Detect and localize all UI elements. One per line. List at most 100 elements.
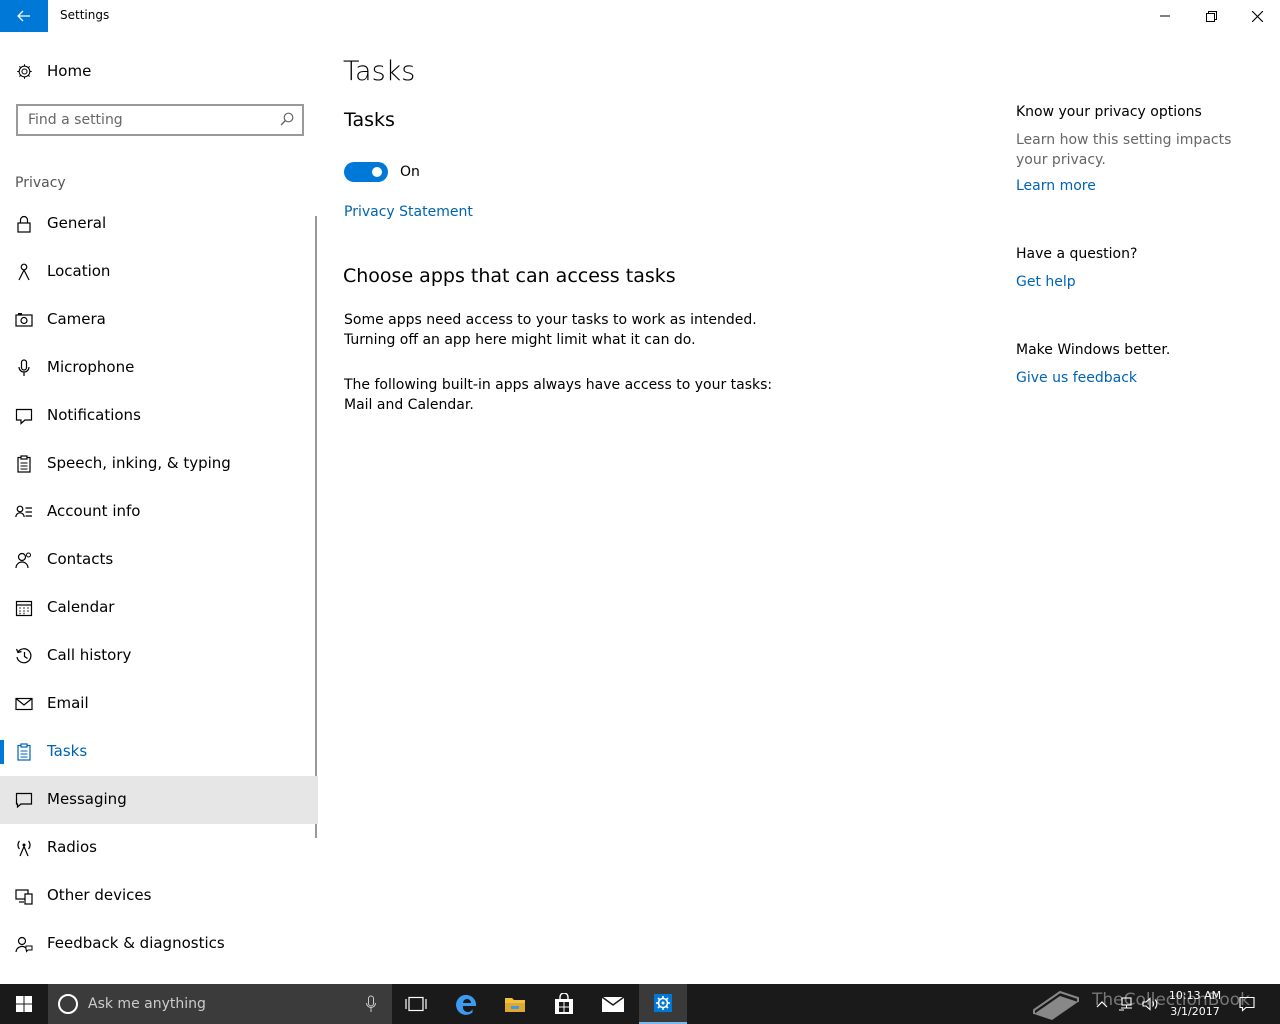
- learn-more-link[interactable]: Learn more: [1016, 178, 1096, 194]
- location-icon: [18, 263, 30, 281]
- mail-app-icon: [601, 996, 625, 1012]
- sidebar-item-label: Messaging: [47, 790, 127, 808]
- store-button[interactable]: [540, 984, 588, 1024]
- sidebar-item-label: Speech, inking, & typing: [47, 454, 231, 472]
- sidebar-item-label: General: [47, 214, 107, 232]
- cortana-icon: [58, 994, 78, 1014]
- sidebar-item-feedback[interactable]: Feedback & diagnostics: [0, 920, 318, 968]
- cortana-placeholder: Ask me anything: [88, 996, 206, 1012]
- sidebar-item-label: Feedback & diagnostics: [47, 934, 225, 952]
- home-label: Home: [47, 62, 92, 80]
- devices-icon: [15, 889, 33, 905]
- tasks-access-toggle[interactable]: [344, 162, 388, 182]
- speaker-icon: [1142, 997, 1158, 1011]
- settings-search-box[interactable]: [16, 104, 304, 136]
- start-button[interactable]: [0, 984, 48, 1024]
- windows-logo-icon: [16, 996, 32, 1012]
- action-center-button[interactable]: [1232, 984, 1262, 1024]
- sidebar-item-account-info[interactable]: Account info: [0, 488, 318, 536]
- sidebar-item-location[interactable]: Location: [0, 248, 318, 296]
- sidebar-item-label: Calendar: [47, 598, 115, 616]
- minimize-button[interactable]: [1142, 0, 1188, 32]
- sidebar-item-call-history[interactable]: Call history: [0, 632, 318, 680]
- sidebar-item-speech[interactable]: Speech, inking, & typing: [0, 440, 318, 488]
- privacy-options-heading: Know your privacy options: [1016, 104, 1202, 120]
- title-bar: Settings: [0, 0, 1280, 32]
- choose-apps-heading: Choose apps that can access tasks: [343, 265, 676, 287]
- cortana-search-box[interactable]: Ask me anything: [48, 984, 392, 1024]
- account-info-icon: [15, 505, 32, 518]
- search-icon[interactable]: [280, 112, 294, 126]
- restore-icon: [1205, 10, 1217, 22]
- microphone-icon: [18, 359, 30, 376]
- message-icon: [15, 792, 33, 809]
- book-watermark-icon: [1033, 990, 1079, 1020]
- taskbar: Ask me anything TheCollectionBook 10:13 …: [0, 984, 1280, 1024]
- sidebar-item-messaging[interactable]: Messaging: [0, 776, 318, 824]
- store-bag-icon: [555, 993, 573, 1014]
- folder-icon: [505, 998, 525, 1012]
- search-input[interactable]: [28, 112, 268, 128]
- sidebar-item-radios[interactable]: Radios: [0, 824, 318, 872]
- mail-app-button[interactable]: [589, 984, 637, 1024]
- sidebar-item-label: Contacts: [47, 550, 114, 568]
- privacy-nav-list: General Location Camera Microphone Notif…: [0, 200, 318, 968]
- apps-access-description: Some apps need access to your tasks to w…: [344, 312, 757, 348]
- gear-icon: [17, 63, 32, 79]
- get-help-link[interactable]: Get help: [1016, 274, 1076, 290]
- page-title: Tasks: [343, 56, 416, 87]
- section-header-privacy: Privacy: [15, 175, 66, 191]
- microphone-icon[interactable]: [366, 995, 376, 1013]
- windows-better-heading: Make Windows better.: [1016, 342, 1171, 358]
- clock-date: 3/1/2017: [1170, 1005, 1220, 1018]
- sidebar-item-email[interactable]: Email: [0, 680, 318, 728]
- sidebar-item-label: Call history: [47, 646, 132, 664]
- give-feedback-link[interactable]: Give us feedback: [1016, 370, 1137, 386]
- tasks-icon: [17, 743, 31, 761]
- back-button[interactable]: [0, 0, 48, 32]
- calendar-icon: [15, 600, 33, 617]
- minimize-icon: [1160, 15, 1170, 17]
- home-link[interactable]: Home: [16, 62, 91, 80]
- question-heading: Have a question?: [1016, 246, 1138, 262]
- sidebar-item-notifications[interactable]: Notifications: [0, 392, 318, 440]
- sidebar-item-camera[interactable]: Camera: [0, 296, 318, 344]
- sidebar-item-label: Email: [47, 694, 89, 712]
- window-title: Settings: [60, 8, 110, 22]
- sidebar: Home Privacy General Location Camera Mic…: [0, 32, 320, 984]
- settings-app-button[interactable]: [639, 984, 687, 1024]
- sidebar-item-general[interactable]: General: [0, 200, 318, 248]
- camera-icon: [15, 313, 33, 327]
- contacts-icon: [15, 552, 31, 569]
- close-icon: [1251, 10, 1263, 22]
- sidebar-item-other-devices[interactable]: Other devices: [0, 872, 318, 920]
- file-explorer-button[interactable]: [491, 984, 539, 1024]
- privacy-options-text: Learn how this setting impacts your priv…: [1016, 132, 1232, 168]
- sidebar-item-label: Location: [47, 262, 111, 280]
- sidebar-item-label: Microphone: [47, 358, 135, 376]
- network-button[interactable]: [1114, 984, 1138, 1024]
- history-icon: [15, 648, 32, 664]
- chevron-up-icon: [1096, 1001, 1108, 1008]
- task-view-button[interactable]: [392, 984, 440, 1024]
- sidebar-item-contacts[interactable]: Contacts: [0, 536, 318, 584]
- privacy-statement-link[interactable]: Privacy Statement: [344, 204, 473, 220]
- sidebar-item-calendar[interactable]: Calendar: [0, 584, 318, 632]
- show-hidden-icons-button[interactable]: [1090, 984, 1114, 1024]
- clock[interactable]: 10:13 AM 3/1/2017: [1166, 988, 1224, 1020]
- close-button[interactable]: [1234, 0, 1280, 32]
- volume-button[interactable]: [1138, 984, 1164, 1024]
- lock-icon: [17, 215, 31, 233]
- sidebar-item-label: Account info: [47, 502, 141, 520]
- sidebar-item-label: Other devices: [47, 886, 152, 904]
- sidebar-item-tasks[interactable]: Tasks: [0, 728, 318, 776]
- clipboard-icon: [17, 455, 31, 473]
- restore-button[interactable]: [1188, 0, 1234, 32]
- toggle-knob: [372, 167, 382, 177]
- edge-icon: [456, 994, 476, 1015]
- back-arrow-icon: [17, 10, 30, 22]
- network-icon: [1119, 997, 1132, 1011]
- sidebar-item-microphone[interactable]: Microphone: [0, 344, 318, 392]
- notifications-icon: [15, 408, 33, 425]
- edge-browser-button[interactable]: [443, 984, 491, 1024]
